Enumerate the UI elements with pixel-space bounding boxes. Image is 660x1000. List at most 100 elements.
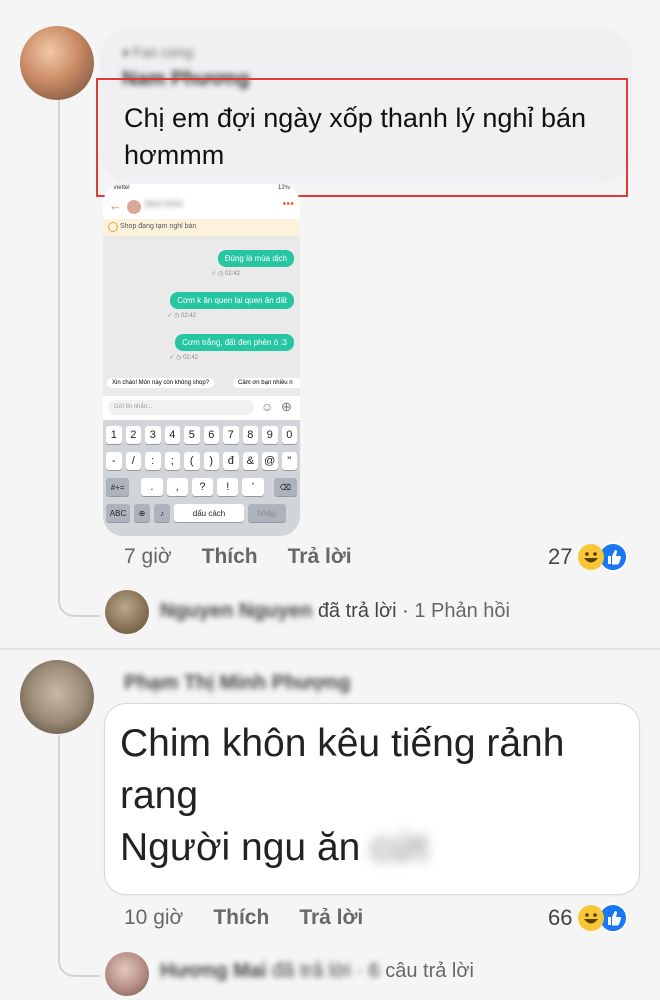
key[interactable]: ( bbox=[184, 452, 200, 470]
divider bbox=[0, 648, 660, 650]
timestamp[interactable]: 10 giờ bbox=[124, 906, 183, 930]
abc-key[interactable]: ABC bbox=[106, 504, 130, 522]
key[interactable]: 3 bbox=[145, 426, 161, 444]
comment-text-line: Chị em đợi ngày xốp thanh lý nghỉ bán bbox=[124, 103, 586, 133]
comment-text: Chim khôn kêu tiếng rảnh rang Người ngu … bbox=[120, 718, 564, 874]
key[interactable]: ) bbox=[203, 452, 219, 470]
key[interactable]: 7 bbox=[223, 426, 239, 444]
emoji-icon[interactable]: ☺ bbox=[261, 400, 273, 414]
reply-summary[interactable]: Nguyen Nguyen đã trả lời · 1 Phản hồi bbox=[160, 600, 510, 623]
avatar[interactable] bbox=[105, 952, 149, 996]
reply-author: Nguyen Nguyen bbox=[160, 600, 313, 622]
keyboard-row: #+= . , ? ! ' ⌫ bbox=[106, 478, 297, 496]
reply-button[interactable]: Trả lời bbox=[288, 545, 352, 569]
reply-author: Hương Mai bbox=[160, 960, 267, 982]
comment-text-line: rang bbox=[120, 774, 199, 817]
key[interactable]: 6 bbox=[203, 426, 219, 444]
thread-line-2 bbox=[58, 735, 100, 977]
status-bar: Viettel 12% bbox=[113, 185, 290, 191]
fan-badge-icon: ♦ bbox=[122, 44, 134, 60]
quick-reply[interactable]: Cảm ơn bạn nhiều n bbox=[233, 378, 300, 388]
haha-icon bbox=[578, 544, 605, 570]
message-bubble: Cơm k ăn quen lại quen ăn đất bbox=[170, 292, 294, 309]
key[interactable]: " bbox=[281, 452, 297, 470]
keyboard: 1 2 3 4 5 6 7 8 9 0 - / : ; ( ) đ & @ " … bbox=[103, 420, 300, 536]
shop-banner: Shop đang tạm nghỉ bán bbox=[103, 219, 300, 236]
chat-header: ← Mosu Home ••• bbox=[103, 196, 300, 218]
message-time: ✓ ◷ 02:42 bbox=[211, 271, 240, 277]
enter-key[interactable]: Nhập bbox=[248, 504, 286, 522]
key[interactable]: ; bbox=[164, 452, 180, 470]
message-bubble: Đúng là mùa dịch bbox=[217, 250, 294, 267]
shop-avatar bbox=[127, 200, 141, 214]
reaction-count: 66 bbox=[548, 905, 573, 930]
keyboard-row: - / : ; ( ) đ & @ " bbox=[106, 452, 297, 470]
key[interactable]: : bbox=[145, 452, 161, 470]
message-time: ✓ ◷ 02:42 bbox=[169, 355, 198, 361]
like-button[interactable]: Thích bbox=[213, 906, 269, 930]
key[interactable]: 0 bbox=[281, 426, 297, 444]
message-input[interactable]: Gửi tin nhắn... bbox=[108, 400, 254, 415]
timestamp[interactable]: 7 giờ bbox=[124, 545, 172, 569]
like-button[interactable]: Thích bbox=[202, 545, 258, 569]
reply-count: câu trả lời bbox=[385, 960, 474, 982]
reply-summary[interactable]: Hương Mai đã trả lời · 6 câu trả lời bbox=[160, 960, 474, 983]
back-arrow-icon[interactable]: ← bbox=[109, 198, 122, 213]
avatar[interactable] bbox=[20, 26, 94, 100]
key[interactable]: ' bbox=[242, 478, 264, 496]
comment-text-line: hơmmm bbox=[124, 140, 225, 170]
keyboard-row: 1 2 3 4 5 6 7 8 9 0 bbox=[106, 426, 297, 444]
comment-text-line: Chim khôn kêu tiếng rảnh bbox=[120, 722, 565, 765]
message-time: ✓ ◷ 02:42 bbox=[167, 313, 196, 319]
thread-line-1 bbox=[58, 100, 100, 617]
key[interactable]: 9 bbox=[262, 426, 278, 444]
author-tag: ♦ Fan cứng bbox=[122, 44, 194, 60]
plus-icon[interactable]: ⊕ bbox=[281, 399, 292, 415]
shop-name: Mosu Home bbox=[145, 201, 183, 208]
key[interactable]: ! bbox=[217, 478, 239, 496]
quick-reply[interactable]: Xin chào! Món này còn không shop? bbox=[107, 378, 215, 388]
key[interactable]: & bbox=[242, 452, 258, 470]
key[interactable]: . bbox=[141, 478, 163, 496]
reply-count: 1 Phản hồi bbox=[414, 600, 510, 622]
key[interactable]: 5 bbox=[184, 426, 200, 444]
more-icon[interactable]: ••• bbox=[282, 198, 294, 210]
key[interactable]: / bbox=[125, 452, 141, 470]
avatar[interactable] bbox=[20, 660, 94, 734]
attached-image[interactable]: Viettel 12% ← Mosu Home ••• Shop đang tạ… bbox=[103, 184, 300, 536]
key[interactable]: 8 bbox=[242, 426, 258, 444]
key[interactable]: 1 bbox=[106, 426, 122, 444]
reply-button[interactable]: Trả lời bbox=[299, 906, 363, 930]
censored-word: cứt bbox=[371, 826, 428, 869]
key[interactable]: 2 bbox=[125, 426, 141, 444]
microphone-icon[interactable]: ♪ bbox=[154, 504, 170, 522]
key[interactable]: đ bbox=[223, 452, 239, 470]
info-icon bbox=[108, 222, 118, 232]
separator: · bbox=[402, 600, 409, 622]
backspace-icon[interactable]: ⌫ bbox=[273, 478, 297, 496]
comment-actions: 10 giờ Thích Trả lời bbox=[124, 906, 363, 930]
message-input-bar: Gửi tin nhắn... ☺ ⊕ bbox=[103, 396, 300, 420]
chat-area: Đúng là mùa dịch ✓ ◷ 02:42 Cơm k ăn quen… bbox=[103, 236, 300, 396]
keyboard-row: ABC ⊕ ♪ dấu cách Nhập bbox=[106, 504, 297, 522]
key[interactable]: ? bbox=[191, 478, 214, 496]
message-bubble: Cơm trắng, đất đen phèn ó :3 bbox=[175, 334, 294, 351]
reply-count-number: 6 bbox=[368, 960, 380, 982]
separator: · bbox=[356, 960, 363, 982]
reply-action: đã trả lời bbox=[272, 960, 351, 982]
comment-text-line: Người ngu ăn cứt bbox=[120, 826, 428, 869]
avatar[interactable] bbox=[105, 590, 149, 634]
haha-icon bbox=[578, 905, 605, 931]
comment-actions: 7 giờ Thích Trả lời bbox=[124, 545, 352, 569]
reaction-count: 27 bbox=[548, 544, 573, 569]
reaction-summary[interactable]: 66 bbox=[548, 903, 629, 933]
key[interactable]: @ bbox=[262, 452, 278, 470]
author-name[interactable]: Phạm Thị Minh Phượng bbox=[124, 672, 350, 695]
key[interactable]: , bbox=[166, 478, 188, 496]
globe-icon[interactable]: ⊕ bbox=[134, 504, 150, 522]
space-key[interactable]: dấu cách bbox=[174, 504, 244, 522]
key[interactable]: - bbox=[106, 452, 122, 470]
key[interactable]: 4 bbox=[164, 426, 180, 444]
symbols-key[interactable]: #+= bbox=[106, 478, 130, 496]
reaction-summary[interactable]: 27 bbox=[548, 542, 629, 572]
